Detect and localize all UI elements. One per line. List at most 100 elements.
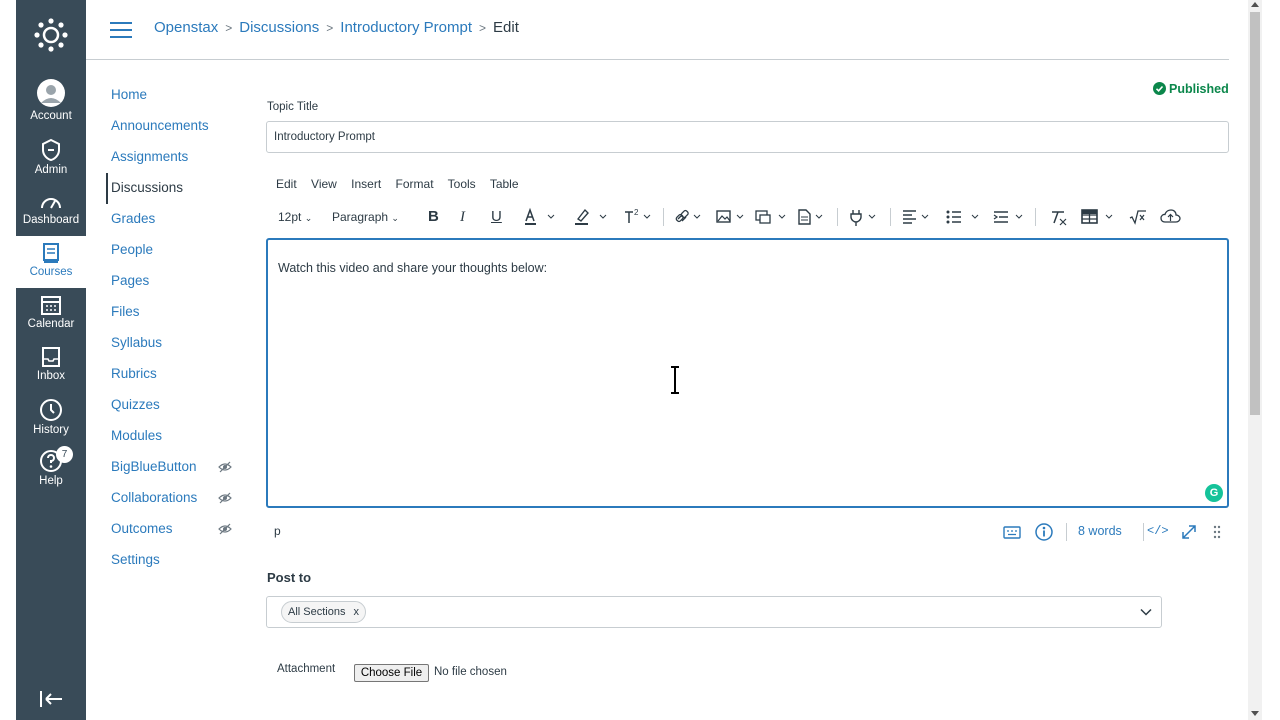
apps-button[interactable] <box>848 204 880 230</box>
superscript-icon: 2 <box>625 208 651 223</box>
topic-title-input[interactable] <box>266 121 1229 153</box>
keyboard-icon[interactable] <box>1002 523 1022 541</box>
highlight-color-button[interactable] <box>574 204 610 230</box>
attachment-label: Attachment <box>277 663 336 675</box>
menu-format[interactable]: Format <box>396 177 434 191</box>
toolbar-divider <box>663 208 664 226</box>
fullscreen-icon[interactable] <box>1180 523 1198 541</box>
global-nav-calendar[interactable]: Calendar <box>16 294 86 330</box>
breadcrumb-topic[interactable]: Introductory Prompt <box>340 19 472 36</box>
top-bar: Openstax > Discussions > Introductory Prompt… <box>86 0 1229 60</box>
equation-button[interactable] <box>1128 204 1148 230</box>
course-nav-discussions[interactable]: Discussions <box>106 173 246 204</box>
global-nav: Account Admin Dashboard Courses Calendar… <box>16 0 86 720</box>
course-nav-assignments[interactable]: Assignments <box>106 142 246 173</box>
superscript-button[interactable]: 2 <box>623 204 655 230</box>
editor-statusbar: p 8 words </> <box>266 520 1229 544</box>
menu-edit[interactable]: Edit <box>276 177 297 191</box>
calendar-icon <box>41 296 61 315</box>
upload-cloud-button[interactable] <box>1160 204 1182 230</box>
block-format-select[interactable]: Paragraph ⌄ <box>332 204 399 230</box>
global-nav-history[interactable]: History <box>16 398 86 436</box>
course-menu-toggle[interactable] <box>110 22 132 38</box>
course-nav-collaborations: Collaborations <box>111 490 198 505</box>
course-nav-quizzes[interactable]: Quizzes <box>106 390 246 421</box>
breadcrumb-course[interactable]: Openstax <box>154 19 218 36</box>
canvas-logo-icon[interactable] <box>33 17 69 53</box>
global-nav-label: Account <box>30 110 72 122</box>
course-nav-home[interactable]: Home <box>106 80 246 111</box>
document-button[interactable] <box>796 204 828 230</box>
bold-button[interactable]: B <box>428 204 439 230</box>
breadcrumb-separator-icon: > <box>479 21 487 35</box>
image-button[interactable] <box>715 204 747 230</box>
choose-file-button[interactable]: Choose File <box>354 664 429 682</box>
align-button[interactable] <box>901 204 933 230</box>
remove-tag-button[interactable]: x <box>353 606 359 618</box>
course-nav-grades[interactable]: Grades <box>106 204 246 235</box>
course-nav: Home Announcements Assignments Discussio… <box>106 80 246 576</box>
highlight-icon <box>575 208 607 225</box>
table-icon <box>1081 209 1113 224</box>
course-nav-modules[interactable]: Modules <box>106 421 246 452</box>
course-nav-pages[interactable]: Pages <box>106 266 246 297</box>
global-nav-help[interactable]: Help <box>16 449 86 487</box>
grammarly-icon[interactable]: G <box>1205 484 1223 502</box>
resize-handle-icon[interactable] <box>1212 524 1222 540</box>
global-nav-dashboard[interactable]: Dashboard <box>16 192 86 226</box>
course-nav-announcements[interactable]: Announcements <box>106 111 246 142</box>
italic-button[interactable]: I <box>460 204 465 230</box>
element-path[interactable]: p <box>274 524 281 538</box>
post-to-select[interactable]: All Sections x <box>266 596 1162 628</box>
hamburger-line <box>110 22 132 24</box>
square-root-icon <box>1129 210 1146 225</box>
media-button[interactable] <box>754 204 788 230</box>
menu-tools[interactable]: Tools <box>448 177 476 191</box>
link-button[interactable] <box>674 204 704 230</box>
underline-button[interactable]: U <box>491 204 502 230</box>
chevron-down-icon: ⌄ <box>304 213 313 223</box>
clear-formatting-button[interactable] <box>1048 204 1068 230</box>
html-editor-toggle[interactable]: </> <box>1147 524 1169 538</box>
text-color-button[interactable] <box>523 204 555 230</box>
indent-button[interactable] <box>992 204 1026 230</box>
chevron-down-icon[interactable] <box>1139 605 1153 619</box>
breadcrumb-discussions[interactable]: Discussions <box>239 19 319 36</box>
editor-toolbar: 12pt ⌄ Paragraph ⌄ B I U 2 <box>276 204 1216 230</box>
course-nav-bigbluebutton-item[interactable]: BigBlueButton <box>106 452 246 483</box>
course-nav-outcomes-item[interactable]: Outcomes <box>106 514 246 545</box>
course-nav-collaborations-item[interactable]: Collaborations <box>106 483 246 514</box>
global-nav-label: Calendar <box>27 318 75 330</box>
accessibility-checker-icon[interactable] <box>1034 522 1054 542</box>
course-nav-rubrics[interactable]: Rubrics <box>106 359 246 390</box>
menu-insert[interactable]: Insert <box>351 177 381 191</box>
global-nav-account[interactable]: Account <box>16 78 86 122</box>
global-nav-courses[interactable]: Courses <box>16 236 86 288</box>
editor-content[interactable]: Watch this video and share your thoughts… <box>278 261 547 275</box>
table-button[interactable] <box>1080 204 1116 230</box>
rich-text-editor[interactable]: Watch this video and share your thoughts… <box>266 238 1229 508</box>
scroll-up-arrow-icon[interactable] <box>1251 2 1259 7</box>
page-scrollbar[interactable] <box>1248 0 1262 720</box>
plug-icon <box>850 210 876 226</box>
block-format-value: Paragraph <box>332 210 389 224</box>
list-button[interactable] <box>944 204 980 230</box>
scroll-down-arrow-icon[interactable] <box>1251 711 1259 716</box>
course-nav-syllabus[interactable]: Syllabus <box>106 328 246 359</box>
course-nav-files[interactable]: Files <box>106 297 246 328</box>
scrollbar-thumb[interactable] <box>1250 12 1260 415</box>
check-circle-icon <box>1153 82 1166 95</box>
eye-slash-icon <box>218 523 232 535</box>
course-nav-people[interactable]: People <box>106 235 246 266</box>
global-nav-admin[interactable]: Admin <box>16 138 86 176</box>
global-nav-label: History <box>33 424 69 436</box>
menu-table[interactable]: Table <box>490 177 519 191</box>
breadcrumb-current: Edit <box>493 19 519 36</box>
global-nav-inbox[interactable]: Inbox <box>16 346 86 382</box>
menu-view[interactable]: View <box>311 177 337 191</box>
course-nav-settings[interactable]: Settings <box>106 545 246 576</box>
font-size-select[interactable]: 12pt ⌄ <box>278 204 312 230</box>
collapse-nav-icon[interactable] <box>38 688 64 710</box>
word-count[interactable]: 8 words <box>1078 524 1122 538</box>
underline-icon: U <box>491 208 502 225</box>
